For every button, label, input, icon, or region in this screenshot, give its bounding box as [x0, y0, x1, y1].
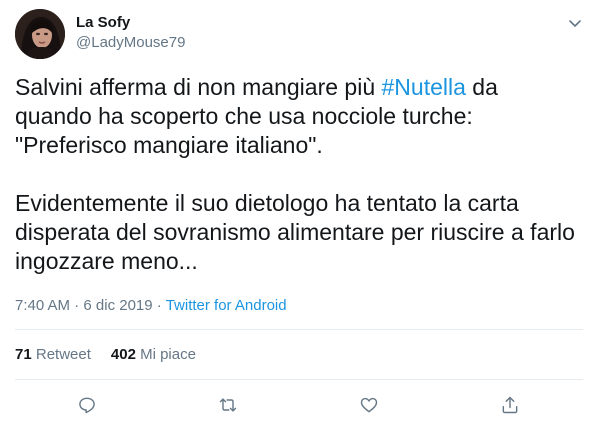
- retweets-count: 71: [15, 346, 32, 363]
- tweet-stats: 71 Retweet 402 Mi piace: [15, 345, 196, 365]
- author-display-name[interactable]: La Sofy: [76, 13, 130, 33]
- likes-count: 402: [110, 346, 136, 363]
- likes-label: Mi piace: [140, 346, 196, 363]
- avatar-image: [15, 9, 65, 59]
- chevron-down-icon[interactable]: [566, 14, 584, 32]
- tweet-text-before: Salvini afferma di non mangiare più: [15, 74, 382, 100]
- retweet-icon[interactable]: [217, 394, 239, 416]
- divider: [15, 379, 583, 380]
- meta-separator: ·: [156, 297, 162, 314]
- author-handle[interactable]: @LadyMouse79: [76, 33, 185, 53]
- tweet-time[interactable]: 7:40 AM: [15, 297, 70, 314]
- retweets-stat[interactable]: 71 Retweet: [15, 346, 91, 363]
- tweet-text-after: da quando ha scoperto che usa nocciole t…: [15, 74, 575, 274]
- likes-stat[interactable]: 402 Mi piace: [111, 346, 196, 363]
- meta-separator: ·: [74, 297, 80, 314]
- avatar[interactable]: [15, 9, 65, 59]
- tweet-meta: 7:40 AM · 6 dic 2019 · Twitter for Andro…: [15, 296, 287, 316]
- tweet-text: Salvini afferma di non mangiare più #Nut…: [15, 73, 575, 276]
- tweet-source-link[interactable]: Twitter for Android: [166, 297, 287, 314]
- divider: [15, 329, 583, 330]
- tweet-card: La Sofy @LadyMouse79 Salvini afferma di …: [0, 0, 598, 429]
- reply-icon[interactable]: [76, 394, 98, 416]
- hashtag-link[interactable]: #Nutella: [382, 74, 466, 100]
- tweet-date[interactable]: 6 dic 2019: [83, 297, 152, 314]
- like-icon[interactable]: [358, 394, 380, 416]
- retweets-label: Retweet: [35, 346, 91, 363]
- share-icon[interactable]: [499, 394, 521, 416]
